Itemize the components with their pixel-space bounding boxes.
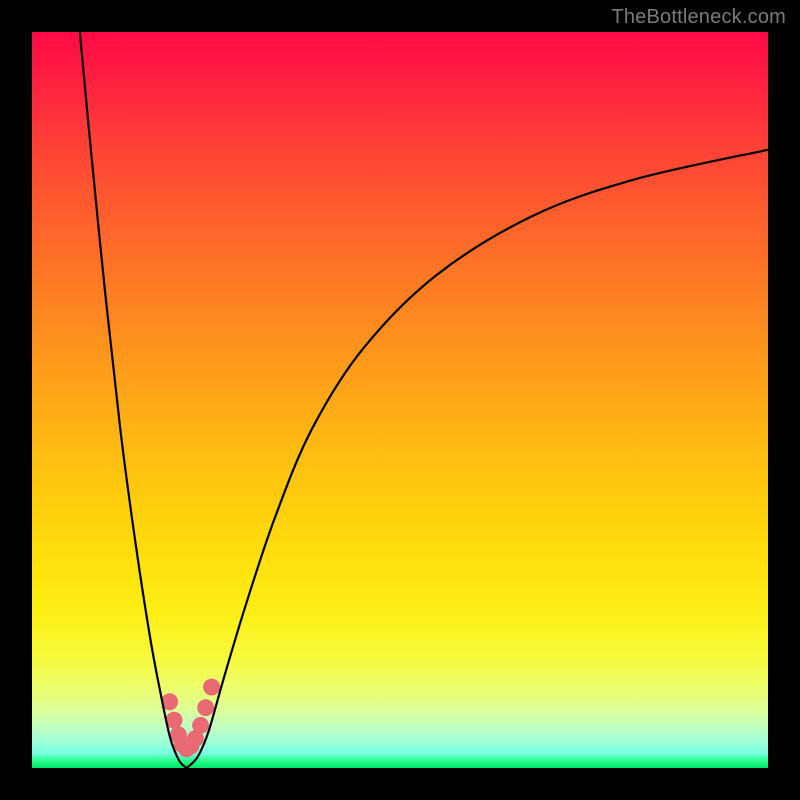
marker-dot bbox=[192, 717, 209, 734]
curve-left-branch bbox=[80, 32, 187, 768]
watermark-text: TheBottleneck.com bbox=[611, 6, 786, 29]
marker-dot bbox=[197, 699, 214, 716]
plot-area bbox=[32, 32, 768, 768]
chart-frame: TheBottleneck.com bbox=[0, 0, 800, 800]
marker-dot bbox=[203, 679, 220, 696]
curve-layer bbox=[32, 32, 768, 768]
curve-right-branch bbox=[187, 150, 768, 768]
min-region-markers bbox=[161, 679, 220, 758]
